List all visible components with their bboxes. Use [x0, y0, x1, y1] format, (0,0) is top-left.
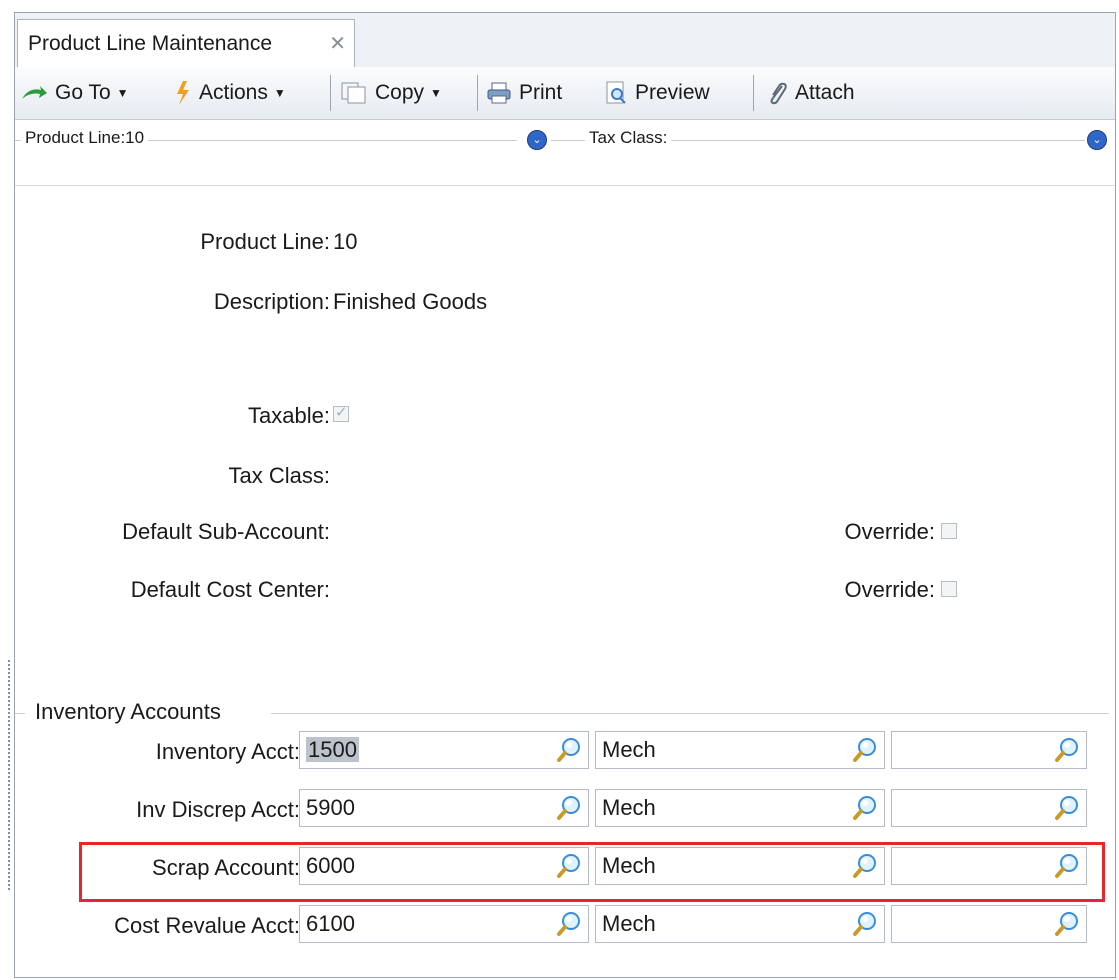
inv-discrep-acct-field[interactable]: 5900 — [299, 789, 589, 827]
tab-product-line-maintenance[interactable]: Product Line Maintenance ✕ — [17, 19, 355, 67]
summary-bar: Product Line:10 ⌄ Tax Class: ⌄ — [15, 120, 1115, 158]
tab-strip: Product Line Maintenance ✕ — [15, 13, 1115, 68]
search-icon[interactable] — [852, 910, 878, 938]
close-icon[interactable]: ✕ — [329, 20, 346, 68]
printer-icon — [487, 82, 511, 104]
search-icon[interactable] — [1054, 736, 1080, 764]
copy-label: Copy — [375, 81, 425, 104]
chevron-down-icon: ▼ — [116, 86, 129, 101]
splitter-handle[interactable] — [8, 660, 10, 890]
print-label: Print — [519, 81, 563, 104]
taxable-checkbox[interactable] — [333, 403, 349, 422]
toolbar-separator — [753, 75, 754, 111]
cost-center-override-checkbox[interactable] — [941, 581, 957, 597]
sub-account-override-checkbox[interactable] — [941, 523, 957, 539]
inv-discrep-sub-value: Mech — [602, 795, 656, 820]
cost-revalue-acct-label: Cost Revalue Acct: — [114, 913, 300, 938]
actions-label: Actions — [199, 81, 268, 104]
cost-revalue-sub-value: Mech — [602, 911, 656, 936]
divider — [15, 713, 25, 714]
lightning-icon — [177, 81, 189, 106]
toolbar-separator — [477, 75, 478, 111]
product-line-label: Product Line: — [200, 229, 330, 254]
description-label: Description: — [213, 289, 330, 314]
inv-discrep-acct-value: 5900 — [306, 795, 355, 820]
inventory-acct-value: 1500 — [306, 737, 359, 762]
copy-button[interactable]: Copy ▼ — [341, 67, 442, 119]
toolbar-separator — [330, 75, 331, 111]
print-button[interactable]: Print — [487, 67, 562, 119]
actions-button[interactable]: Actions ▼ — [175, 67, 286, 119]
inventory-accounts-heading: Inventory Accounts — [29, 699, 227, 725]
search-icon[interactable] — [556, 794, 582, 822]
cost-revalue-third-field[interactable] — [891, 905, 1087, 943]
tax-class-label: Tax Class: — [228, 463, 330, 488]
summary-product-line: Product Line:10 — [21, 128, 149, 148]
toolbar: Go To ▼ Actions ▼ Copy ▼ Print Preview Atta… — [15, 67, 1115, 120]
product-line-value: 10 — [333, 229, 358, 254]
scrap-account-highlight — [79, 842, 1105, 902]
inv-discrep-sub-field[interactable]: Mech — [595, 789, 885, 827]
cost-revalue-sub-field[interactable]: Mech — [595, 905, 885, 943]
attach-button[interactable]: Attach — [767, 67, 855, 119]
chevron-down-icon: ▼ — [430, 86, 442, 101]
search-icon[interactable] — [852, 736, 878, 764]
product-line-window: Product Line Maintenance ✕ Go To ▼ Action… — [14, 12, 1116, 978]
inv-discrep-acct-label: Inv Discrep Acct: — [136, 797, 300, 822]
inventory-acct-label: Inventory Acct: — [155, 739, 300, 764]
search-icon[interactable] — [556, 736, 582, 764]
divider — [15, 185, 1115, 186]
inventory-sub-value: Mech — [602, 737, 656, 762]
preview-icon — [606, 81, 626, 105]
tab-title: Product Line Maintenance — [28, 32, 272, 55]
inv-discrep-third-field[interactable] — [891, 789, 1087, 827]
inventory-sub-field[interactable]: Mech — [595, 731, 885, 769]
preview-button[interactable]: Preview — [605, 67, 710, 119]
summary-tax-class: Tax Class: — [585, 128, 672, 148]
cost-revalue-acct-value: 6100 — [306, 911, 355, 936]
cost-revalue-acct-field[interactable]: 6100 — [299, 905, 589, 943]
inventory-third-field[interactable] — [891, 731, 1087, 769]
search-icon[interactable] — [556, 910, 582, 938]
search-icon[interactable] — [852, 794, 878, 822]
expand-chevron-icon[interactable]: ⌄ — [1087, 130, 1107, 150]
override-label: Override: — [844, 577, 935, 602]
default-sub-account-label: Default Sub-Account: — [122, 519, 330, 544]
goto-label: Go To — [55, 81, 111, 104]
search-icon[interactable] — [1054, 794, 1080, 822]
default-cost-center-label: Default Cost Center: — [130, 577, 330, 602]
copy-icon — [341, 82, 366, 104]
inventory-acct-field[interactable]: 1500 — [299, 731, 589, 769]
attach-label: Attach — [795, 81, 855, 104]
chevron-down-icon: ▼ — [273, 86, 286, 101]
paperclip-icon — [770, 83, 787, 105]
description-value: Finished Goods — [333, 289, 488, 314]
override-label: Override: — [844, 519, 935, 544]
search-icon[interactable] — [1054, 910, 1080, 938]
divider — [271, 713, 1109, 714]
goto-button[interactable]: Go To ▼ — [21, 67, 129, 119]
taxable-label: Taxable: — [248, 403, 330, 428]
go-to-arrow-icon — [22, 86, 47, 100]
expand-chevron-icon[interactable]: ⌄ — [527, 130, 547, 150]
preview-label: Preview — [635, 81, 710, 104]
